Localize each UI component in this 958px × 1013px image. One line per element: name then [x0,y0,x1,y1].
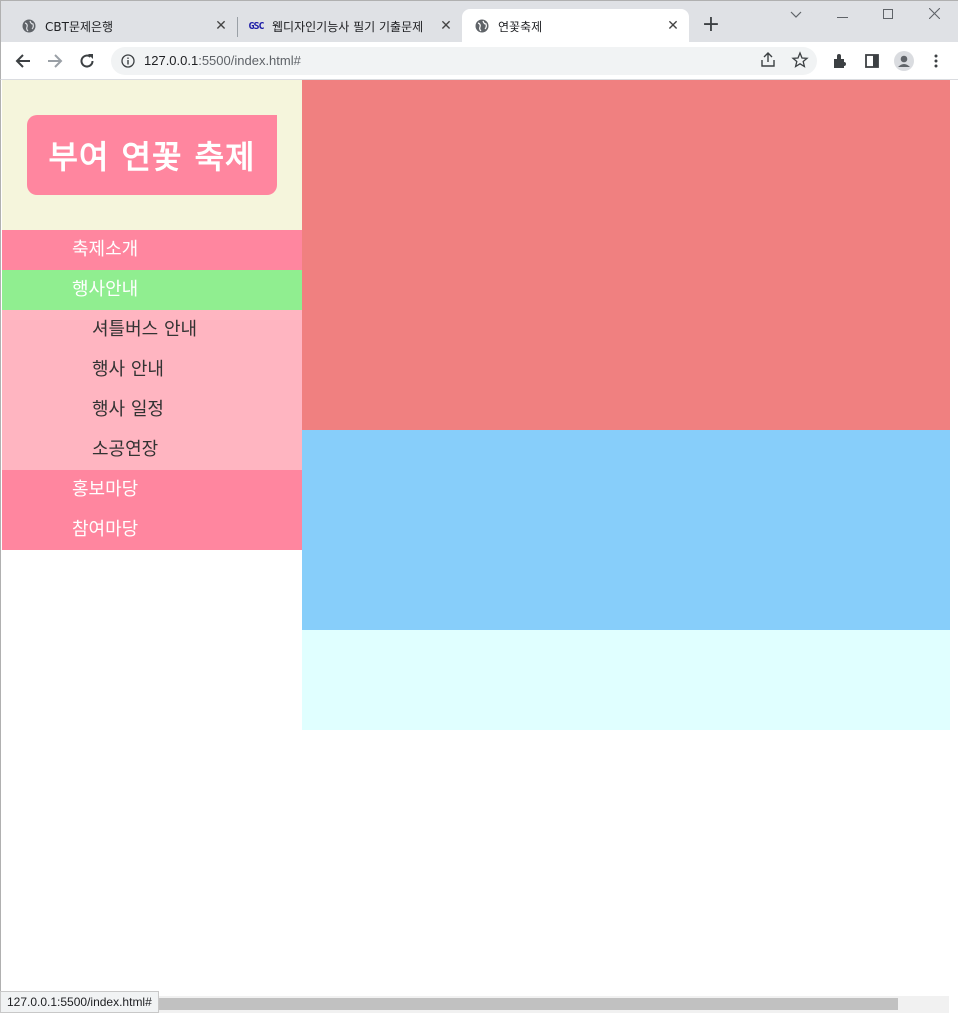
extensions-icon[interactable] [830,51,850,71]
tab-title: 웹디자인기능사 필기 기출문제 [272,19,424,34]
menu-kebab-icon[interactable] [926,51,946,71]
close-tab-icon[interactable]: ✕ [665,18,681,34]
footer-area [302,630,950,730]
url-path: :5500/index.html# [198,53,301,68]
address-bar[interactable]: 127.0.0.1:5500/index.html# [111,47,817,75]
tab-gsc[interactable]: GSC 웹디자인기능사 필기 기출문제 ✕ [238,9,462,43]
header-sidebar: 부여 연꽃 축제 축제소개 행사안내 셔틀버스 안내 행사 안내 행사 일정 소… [2,80,302,550]
nav-item-participation[interactable]: 참여마당 [2,510,302,550]
close-tab-icon[interactable]: ✕ [213,18,229,34]
browser-toolbar: 127.0.0.1:5500/index.html# [0,42,958,80]
tab-search-icon[interactable] [773,5,819,27]
main-nav: 축제소개 행사안내 셔틀버스 안내 행사 안내 행사 일정 소공연장 홍보마당 … [2,230,302,550]
close-window-button[interactable] [911,5,957,27]
side-panel-icon[interactable] [862,51,882,71]
nav-item-event-guide[interactable]: 행사안내 [2,270,302,310]
contents-area [302,430,950,630]
tab-strip: CBT문제은행 ✕ GSC 웹디자인기능사 필기 기출문제 ✕ 연꽃축제 ✕ + [0,0,958,43]
minimize-button[interactable] [819,5,865,27]
profile-avatar-icon[interactable] [894,51,914,71]
share-icon[interactable] [759,51,777,73]
tab-title: CBT문제은행 [45,19,114,34]
globe-icon [474,18,490,34]
nav-item-festival-intro[interactable]: 축제소개 [2,230,302,270]
status-bar-url: 127.0.0.1:5500/index.html# [0,991,159,1013]
tab-cbt[interactable]: CBT문제은행 ✕ [1,9,237,43]
forward-button[interactable] [43,49,67,73]
site-info-icon[interactable] [121,53,135,72]
url-host: 127.0.0.1 [144,53,199,68]
submenu-item-shuttle-bus[interactable]: 셔틀버스 안내 [2,310,302,350]
submenu-event-guide: 셔틀버스 안내 행사 안내 행사 일정 소공연장 [2,310,302,470]
gsc-logo-icon: GSC [248,20,264,32]
scrollbar-thumb[interactable] [158,998,898,1010]
close-tab-icon[interactable]: ✕ [438,18,454,34]
new-tab-button[interactable]: + [699,14,723,38]
bookmark-star-icon[interactable] [791,51,809,73]
globe-icon [21,18,37,34]
logo-area: 부여 연꽃 축제 [2,80,302,230]
maximize-button[interactable] [865,5,911,27]
submenu-item-small-stage[interactable]: 소공연장 [2,430,302,470]
slide-banner-area [302,80,950,430]
page-viewport: 부여 연꽃 축제 축제소개 행사안내 셔틀버스 안내 행사 안내 행사 일정 소… [0,80,958,996]
url-text: 127.0.0.1:5500/index.html# [144,53,301,68]
submenu-item-event-schedule[interactable]: 행사 일정 [2,390,302,430]
tab-title: 연꽃축제 [498,19,543,34]
reload-button[interactable] [75,49,99,73]
tab-lotus-festival[interactable]: 연꽃축제 ✕ [462,9,689,43]
site-logo[interactable]: 부여 연꽃 축제 [27,115,277,195]
back-button[interactable] [11,49,35,73]
nav-item-promotion[interactable]: 홍보마당 [2,470,302,510]
submenu-item-event-info[interactable]: 행사 안내 [2,350,302,390]
